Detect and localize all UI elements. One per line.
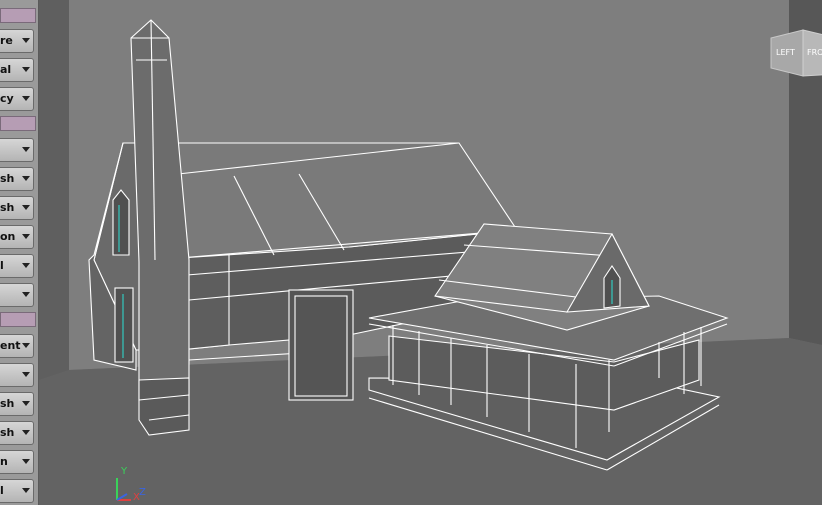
chevron-down-icon <box>22 401 30 406</box>
3d-viewport[interactable]: LEFT FRONT Y X Z <box>39 0 822 505</box>
chevron-down-icon <box>22 343 30 348</box>
shelf-button-label: re <box>0 34 13 47</box>
chevron-down-icon <box>22 67 30 72</box>
shelf-button-label: sh <box>0 201 15 214</box>
shelf-button[interactable]: on <box>0 225 34 249</box>
shelf-button[interactable]: sh <box>0 167 34 191</box>
shelf-button-label: sh <box>0 426 15 439</box>
viewcube-front-label: FRONT <box>807 48 822 57</box>
shelf-button[interactable]: al <box>0 58 34 82</box>
axis-indicator: Y X Z <box>109 466 149 505</box>
shelf-button-label: on <box>0 230 16 243</box>
shelf-button[interactable]: n <box>0 450 34 474</box>
chevron-down-icon <box>22 205 30 210</box>
shelf-button-label: cy <box>0 92 14 105</box>
chevron-down-icon <box>22 488 30 493</box>
shelf-button-label: l <box>0 259 4 272</box>
shelf-button[interactable] <box>0 138 34 162</box>
door-frame <box>288 289 354 401</box>
shelf-button[interactable]: sh <box>0 421 34 445</box>
chevron-down-icon <box>22 96 30 101</box>
viewcube[interactable]: LEFT FRONT <box>769 26 822 86</box>
shelf-button[interactable]: re <box>0 29 34 53</box>
shelf-section-header[interactable] <box>0 116 36 131</box>
axis-gizmo-icon <box>116 478 131 501</box>
shelf-section-header[interactable] <box>0 8 36 23</box>
chevron-down-icon <box>22 38 30 43</box>
tool-shelf: re al cy sh sh on l ent sh sh n l <box>0 0 39 505</box>
chevron-down-icon <box>22 459 30 464</box>
shelf-button[interactable]: sh <box>0 392 34 416</box>
shelf-button-label: sh <box>0 397 15 410</box>
chevron-down-icon <box>22 234 30 239</box>
gable-window <box>112 189 130 256</box>
shelf-button[interactable]: ent <box>0 334 34 358</box>
chevron-down-icon <box>22 292 30 297</box>
left-wall <box>39 0 69 380</box>
viewcube-left-label: LEFT <box>776 48 795 57</box>
shelf-button[interactable]: l <box>0 479 34 503</box>
shelf-button-label: sh <box>0 172 15 185</box>
chevron-down-icon <box>22 430 30 435</box>
shelf-button-label: al <box>0 63 12 76</box>
shelf-button-label: n <box>0 455 8 468</box>
chevron-down-icon <box>22 263 30 268</box>
shelf-button[interactable] <box>0 363 34 387</box>
tower-base <box>138 377 190 436</box>
shelf-button[interactable]: cy <box>0 87 34 111</box>
axis-z-label: Z <box>139 487 146 498</box>
shelf-button[interactable]: l <box>0 254 34 278</box>
shelf-button-label: ent <box>0 339 21 352</box>
shelf-button[interactable]: sh <box>0 196 34 220</box>
scene-render[interactable] <box>39 0 822 505</box>
shelf-button-label: l <box>0 484 4 497</box>
side-window <box>114 287 134 363</box>
chevron-down-icon <box>22 176 30 181</box>
axis-y-label: Y <box>121 466 128 477</box>
chevron-down-icon <box>22 147 30 152</box>
chevron-down-icon <box>22 372 30 377</box>
shelf-button[interactable] <box>0 283 34 307</box>
shelf-section-header[interactable] <box>0 312 36 327</box>
